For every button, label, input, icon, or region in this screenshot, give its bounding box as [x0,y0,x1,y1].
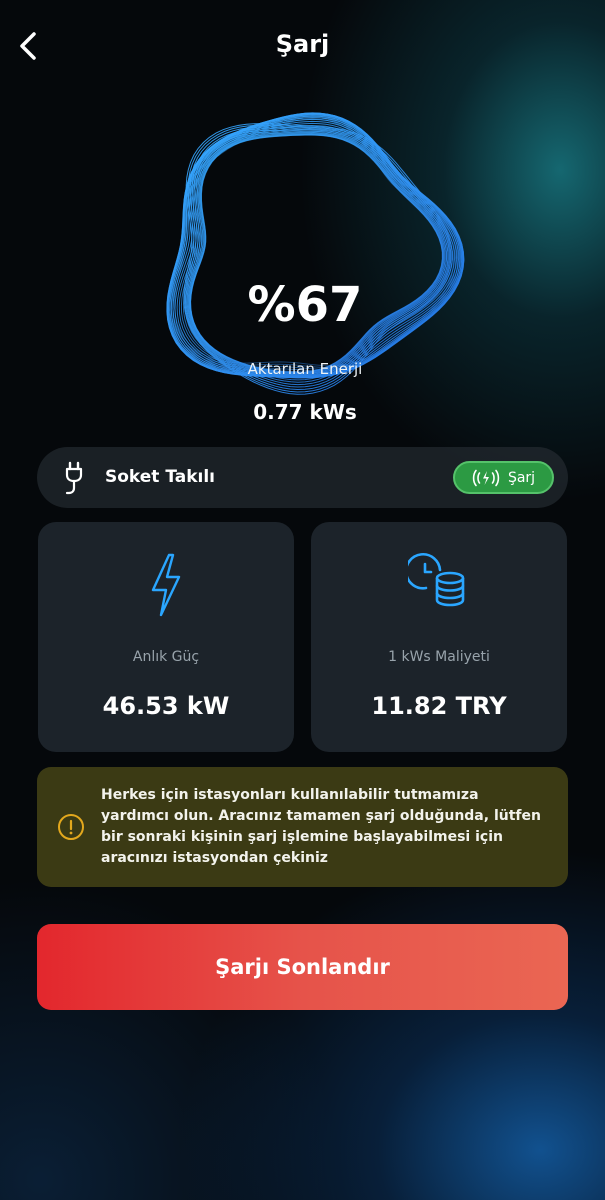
ring-wave-line [182,128,449,374]
ring-wave-line [174,120,458,377]
ring-wave-line [180,126,451,374]
ring-wave-line [186,128,449,388]
ring-wave-line [190,134,444,377]
charging-signal-icon [472,469,500,486]
info-notice: Herkes için istasyonları kullanılabilir … [37,767,568,887]
kwh-cost-label: 1 kWs Maliyeti [388,649,490,665]
lightning-icon [151,553,181,617]
notice-text: Herkes için istasyonları kullanılabilir … [101,787,541,866]
page-title: Şarj [275,30,330,58]
charging-status-badge[interactable]: Şarj [453,461,554,494]
transferred-energy-label: Aktarılan Enerji [247,360,363,378]
ring-wave-line [184,130,448,373]
charging-badge-label: Şarj [507,469,536,486]
charge-progress-ring: %67 Aktarılan Enerji 0.77 kWs [145,92,465,424]
instant-power-label: Anlık Güç [132,649,200,665]
ring-wave-line [189,134,444,375]
ring-wave-line [189,133,444,379]
app-header: Şarj [0,0,605,95]
ring-wave-line [183,123,453,395]
ring-wave-line [185,126,450,391]
ring-wave-line [186,131,446,373]
transferred-energy-value: 0.77 kWs [253,400,357,424]
ring-wave-line [184,124,452,393]
end-charging-label: Şarjı Sonlandır [215,955,390,979]
socket-status-bar: Soket Takılı Şarj [37,447,568,508]
ring-wave-line [189,134,443,376]
ring-wave-line [178,124,453,375]
kwh-cost-value: 11.82 TRY [371,692,507,720]
charge-percent: %67 [247,277,363,333]
ring-wave-line [167,114,464,379]
kwh-cost-card: 1 kWs Maliyeti 11.82 TRY [311,522,567,752]
ring-wave-line [187,129,448,386]
end-charging-button[interactable]: Şarjı Sonlandır [37,924,568,1010]
socket-status-label: Soket Takılı [105,467,216,487]
clock-coins-icon [408,553,465,607]
ring-wave-line [188,131,446,383]
ring-wave-line [189,132,445,381]
info-icon [58,814,84,840]
ring-wave-line [167,112,463,375]
ring-wave-line [176,122,456,376]
instant-power-card: Anlık Güç 46.53 kW [38,522,294,752]
instant-power-value: 46.53 kW [102,692,230,720]
plug-icon [65,461,83,495]
